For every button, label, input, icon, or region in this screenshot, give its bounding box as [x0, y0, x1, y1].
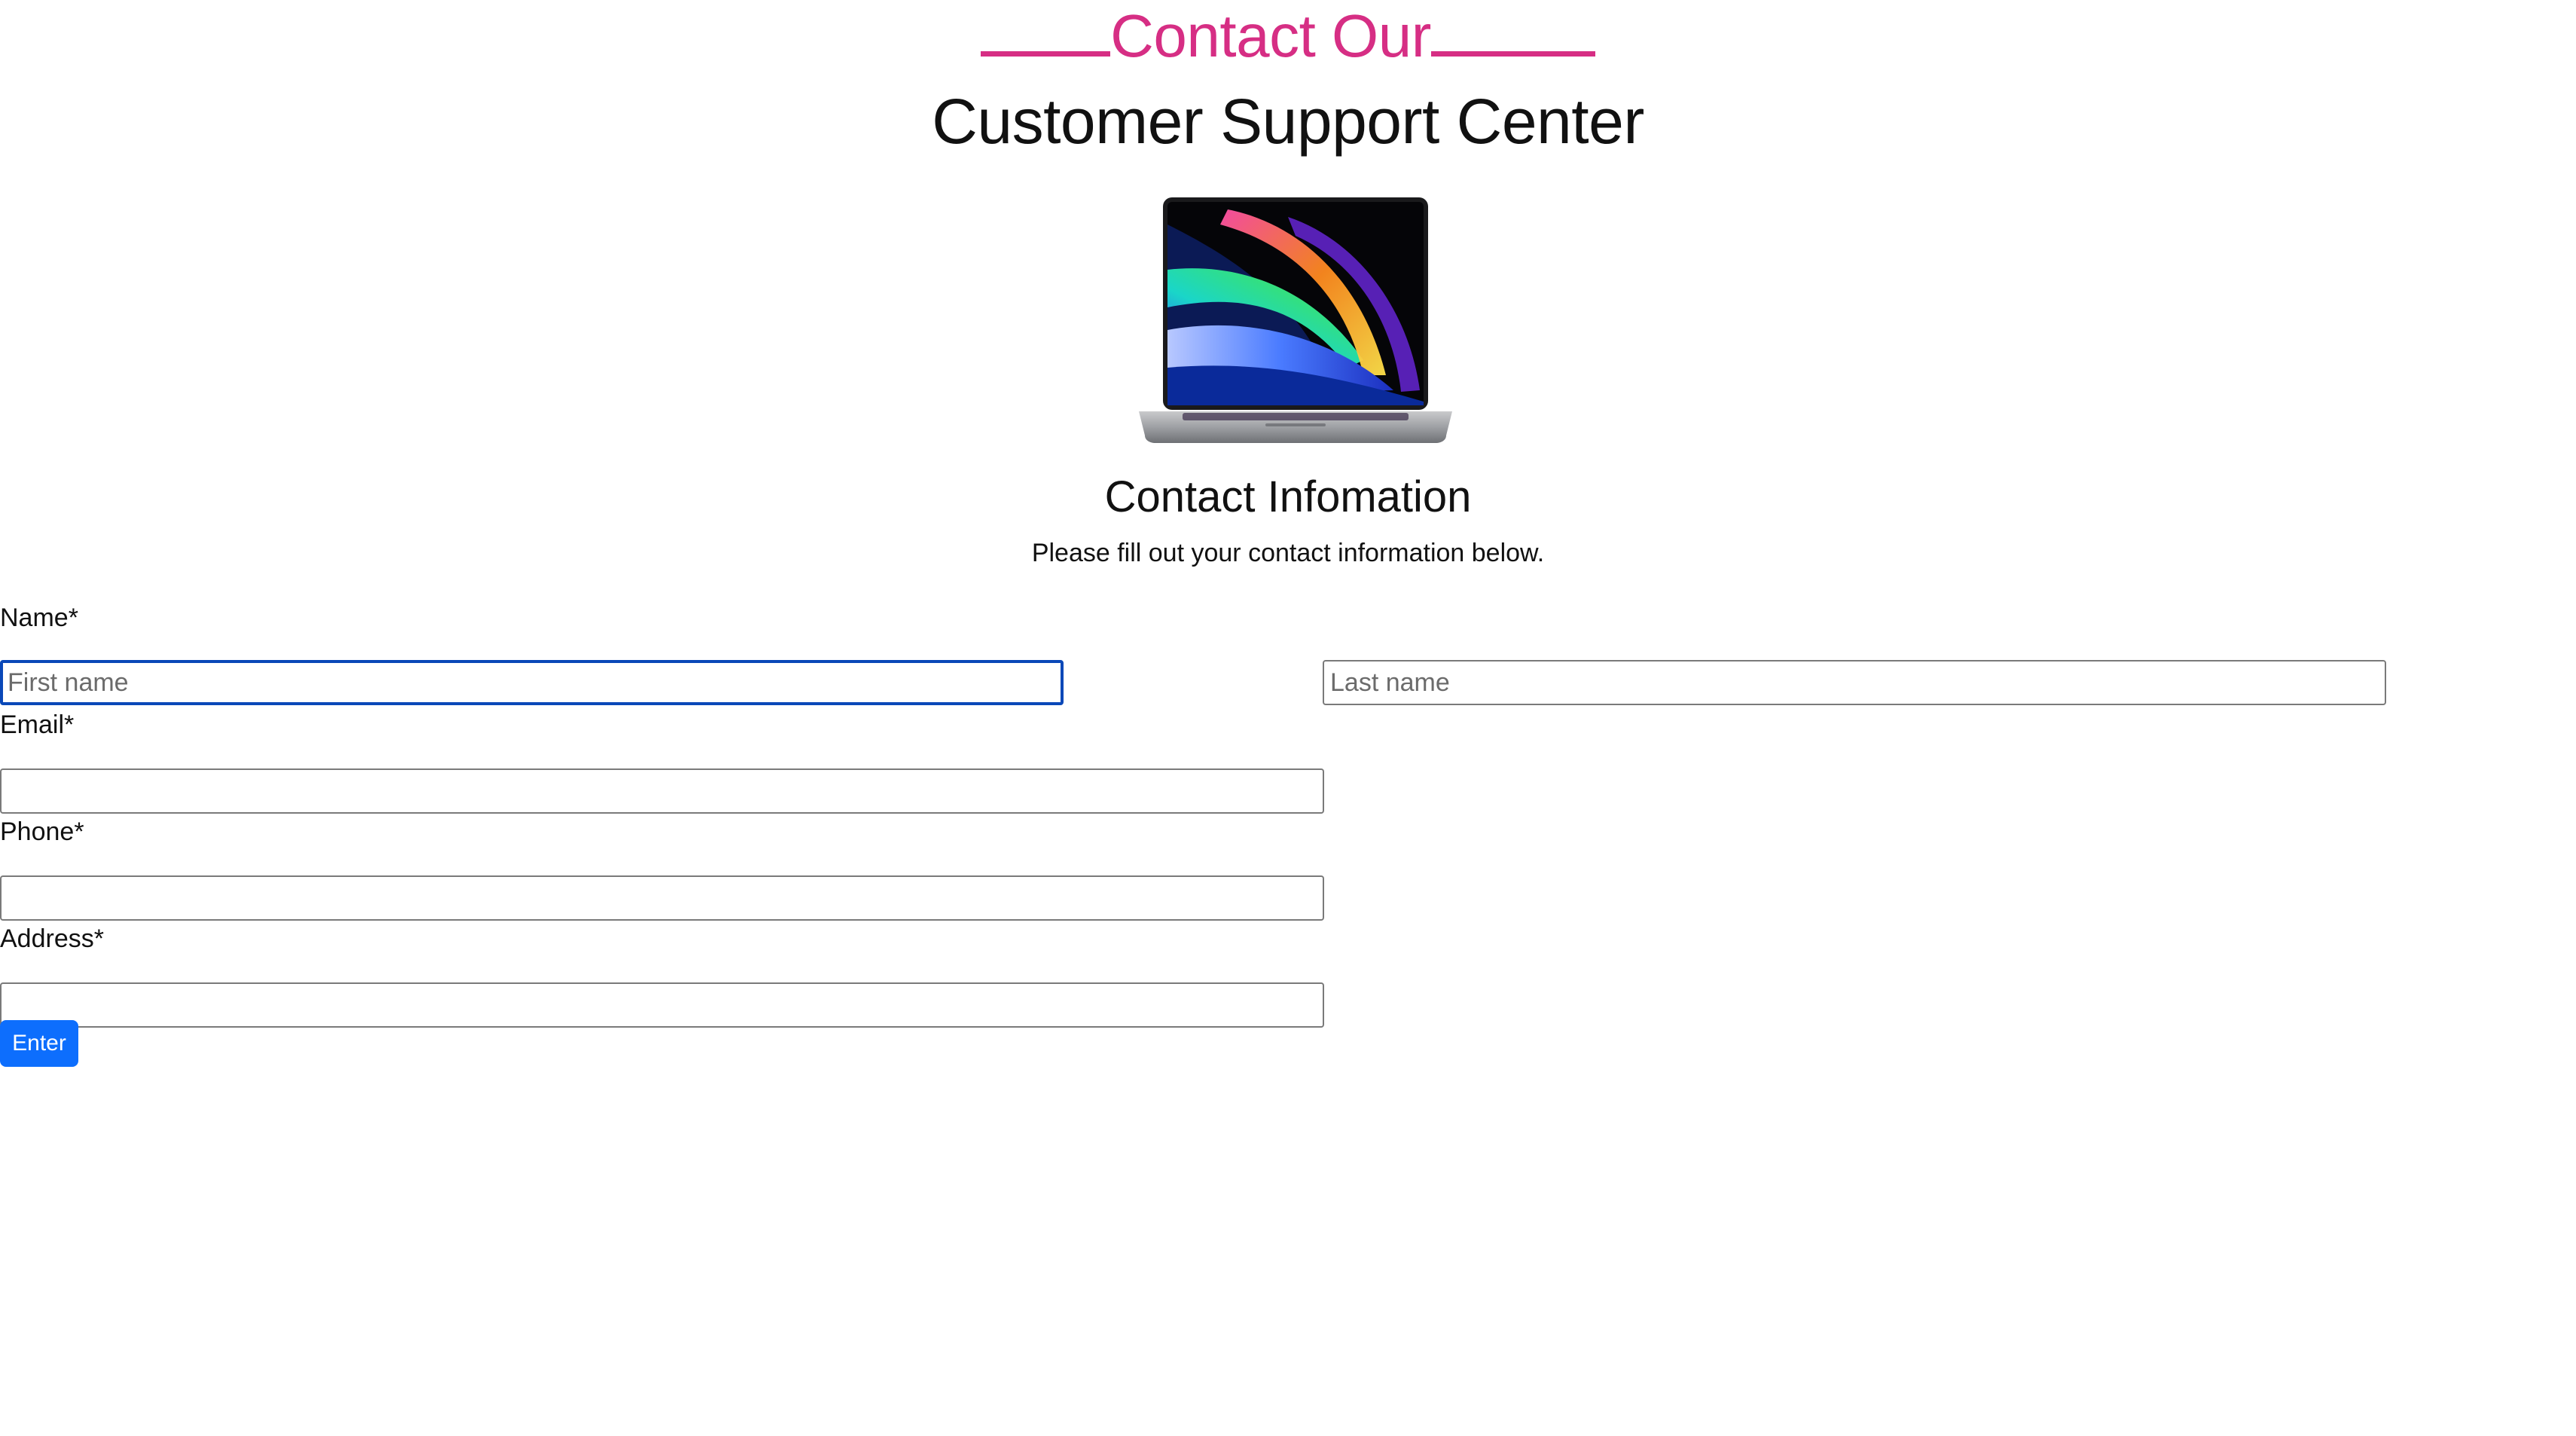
phone-input[interactable]	[0, 875, 1324, 921]
enter-button[interactable]: Enter	[0, 1020, 78, 1067]
page-title: Customer Support Center	[932, 86, 1644, 157]
email-input[interactable]	[0, 768, 1324, 814]
kicker-underline-left	[981, 51, 1111, 57]
address-label: Address*	[0, 924, 104, 953]
last-name-input[interactable]	[1323, 660, 2386, 705]
name-label: Name*	[0, 603, 78, 632]
contact-section-title: Contact Infomation	[1104, 472, 1472, 521]
kicker-underline-right	[1430, 51, 1595, 57]
email-label: Email*	[0, 710, 75, 739]
address-input[interactable]	[0, 982, 1324, 1028]
first-name-input[interactable]	[0, 660, 1064, 705]
contact-section-description: Please fill out your contact information…	[1031, 539, 1545, 567]
header-kicker: Contact Our	[0, 0, 2576, 72]
phone-label: Phone*	[0, 817, 84, 846]
kicker-text: Contact Our	[1110, 2, 1431, 69]
laptop-hero-image	[1139, 197, 1452, 443]
